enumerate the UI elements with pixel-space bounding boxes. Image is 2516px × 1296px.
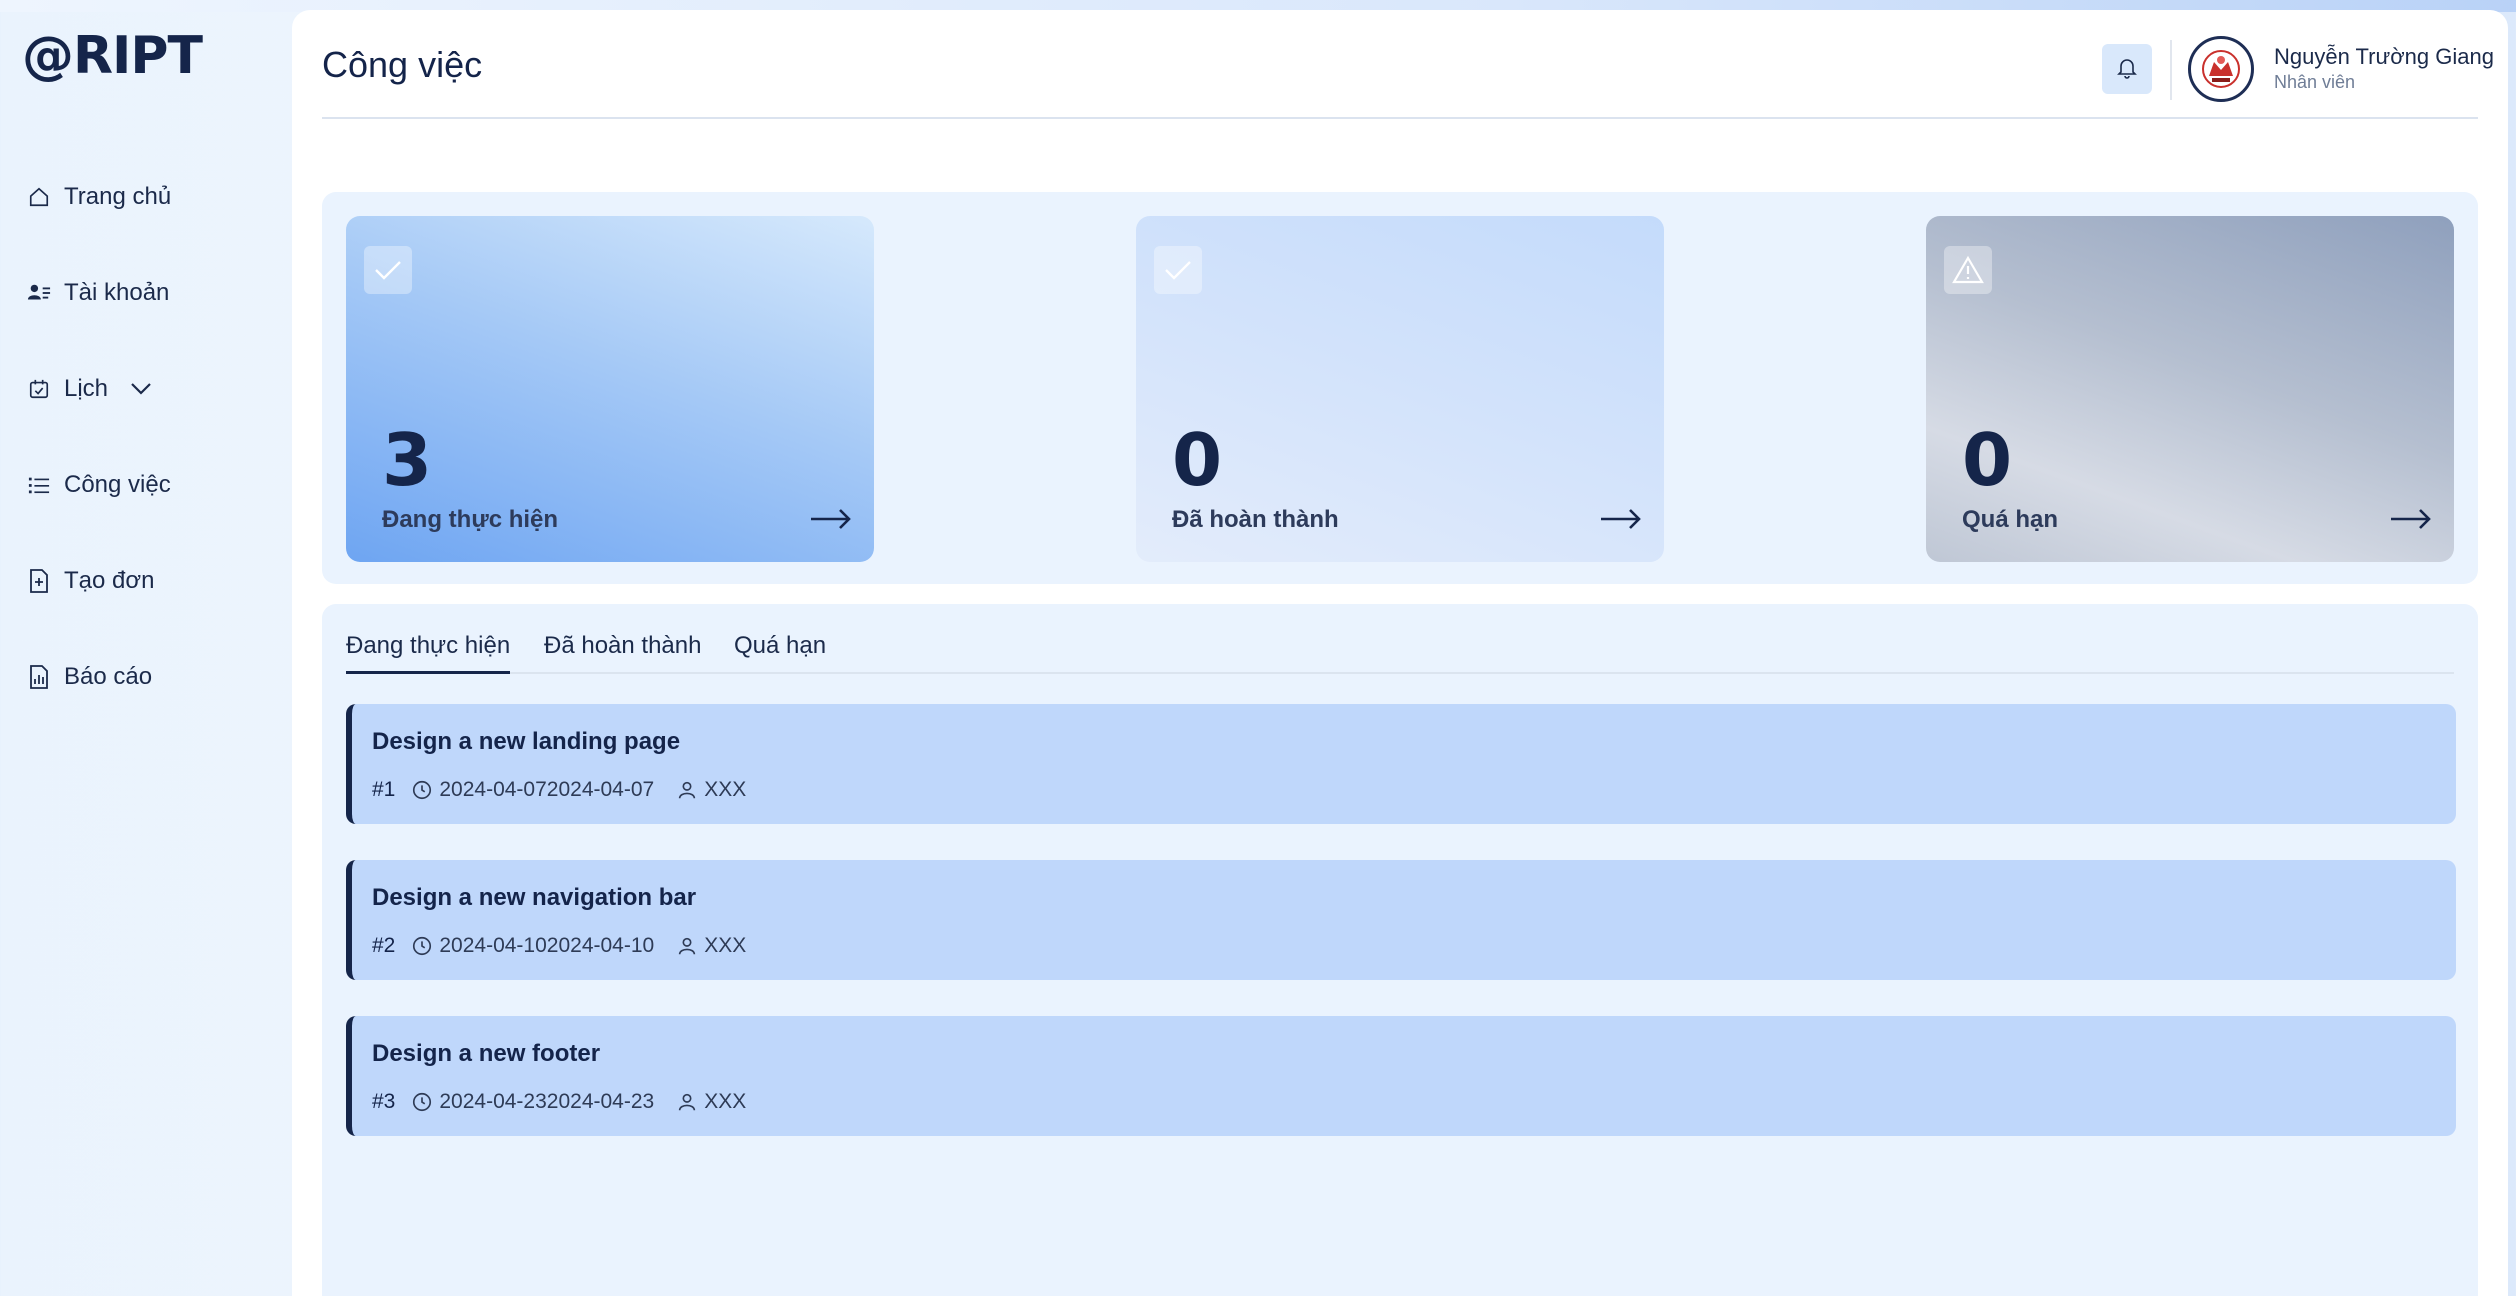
header-divider-line <box>322 117 2478 119</box>
stat-label: Đã hoàn thành <box>1172 506 1339 533</box>
task-meta: #3 2024-04-232024-04-23 XXX <box>372 1090 746 1114</box>
sidebar-item-label: Tài khoản <box>64 279 170 306</box>
sidebar-item-create-form[interactable]: Tạo đơn <box>26 559 266 603</box>
bell-icon <box>2115 55 2139 84</box>
stat-card-overdue[interactable]: 0 Quá hạn <box>1926 216 2454 562</box>
task-assignee: XXX <box>704 1090 747 1113</box>
check-icon <box>1154 246 1202 294</box>
sidebar-item-account[interactable]: Tài khoản <box>26 271 266 315</box>
sidebar-item-label: Tạo đơn <box>64 567 155 594</box>
user-card-icon <box>26 280 52 306</box>
file-plus-icon <box>26 568 52 594</box>
stat-card-completed[interactable]: 0 Đã hoàn thành <box>1136 216 1664 562</box>
arrow-right-icon[interactable] <box>1600 508 1642 535</box>
task-date: 2024-04-232024-04-23 <box>439 1090 655 1113</box>
task-meta: #2 2024-04-102024-04-10 XXX <box>372 934 746 958</box>
task-id: #3 <box>372 1090 396 1113</box>
task-meta: #1 2024-04-072024-04-07 XXX <box>372 778 746 802</box>
task-date: 2024-04-102024-04-10 <box>439 934 655 957</box>
sidebar-item-label: Công việc <box>64 471 171 498</box>
sidebar-item-reports[interactable]: Báo cáo <box>26 655 266 699</box>
stat-value: 3 <box>382 418 433 502</box>
clock-icon <box>411 1091 433 1113</box>
tab-completed[interactable]: Đã hoàn thành <box>544 632 701 674</box>
task-assignee: XXX <box>704 778 747 801</box>
sidebar-item-tasks[interactable]: Công việc <box>26 463 266 507</box>
user-icon <box>676 935 698 957</box>
tasks-section: Đang thực hiện Đã hoàn thành Quá hạn Des… <box>322 604 2478 1296</box>
check-icon <box>364 246 412 294</box>
task-date: 2024-04-072024-04-07 <box>439 778 655 801</box>
report-icon <box>26 664 52 690</box>
clock-icon <box>411 779 433 801</box>
user-icon <box>676 779 698 801</box>
user-role: Nhân viên <box>2274 72 2356 92</box>
app-logo[interactable]: @RIPT <box>22 26 203 86</box>
calendar-check-icon <box>26 376 52 402</box>
warning-icon <box>1944 246 1992 294</box>
sidebar-item-calendar[interactable]: Lịch <box>26 367 266 411</box>
stats-section: 3 Đang thực hiện 0 Đã hoàn thành 0 Quá h… <box>322 192 2478 584</box>
task-assignee: XXX <box>704 934 747 957</box>
tab-overdue[interactable]: Quá hạn <box>734 632 826 674</box>
avatar[interactable] <box>2188 36 2254 102</box>
sidebar-item-label: Trang chủ <box>64 183 172 210</box>
task-card[interactable]: Design a new landing page #1 2024-04-072… <box>346 704 2456 824</box>
arrow-right-icon[interactable] <box>810 508 852 535</box>
sidebar-item-label: Lịch <box>64 375 109 402</box>
task-title: Design a new footer <box>372 1040 601 1067</box>
stat-label: Quá hạn <box>1962 506 2059 533</box>
task-card[interactable]: Design a new footer #3 2024-04-232024-04… <box>346 1016 2456 1136</box>
task-card[interactable]: Design a new navigation bar #2 2024-04-1… <box>346 860 2456 980</box>
chevron-down-icon[interactable] <box>130 382 152 396</box>
page-title: Công việc <box>322 44 483 85</box>
task-id: #1 <box>372 778 396 801</box>
home-icon <box>26 184 52 210</box>
notification-button[interactable] <box>2102 44 2152 94</box>
arrow-right-icon[interactable] <box>2390 508 2432 535</box>
header-divider <box>2170 40 2172 100</box>
user-icon <box>676 1091 698 1113</box>
clock-icon <box>411 935 433 957</box>
stat-label: Đang thực hiện <box>382 506 559 533</box>
user-name: Nguyễn Trường Giang <box>2274 44 2494 69</box>
tab-in-progress[interactable]: Đang thực hiện <box>346 632 511 674</box>
sidebar-item-home[interactable]: Trang chủ <box>26 175 266 219</box>
sidebar-item-label: Báo cáo <box>64 663 153 690</box>
task-title: Design a new navigation bar <box>372 884 697 911</box>
stat-card-in-progress[interactable]: 3 Đang thực hiện <box>346 216 874 562</box>
task-id: #2 <box>372 934 396 957</box>
stat-value: 0 <box>1172 418 1223 502</box>
task-tabs: Đang thực hiện Đã hoàn thành Quá hạn <box>346 632 2454 674</box>
main-panel: Công việc Nguyễn Trường Giang Nhân viên … <box>292 10 2508 1296</box>
list-icon <box>26 472 52 498</box>
sidebar: @RIPT Trang chủ Tài khoản Lịch Công việc… <box>0 0 292 1296</box>
task-title: Design a new landing page <box>372 728 681 755</box>
stat-value: 0 <box>1962 418 2013 502</box>
